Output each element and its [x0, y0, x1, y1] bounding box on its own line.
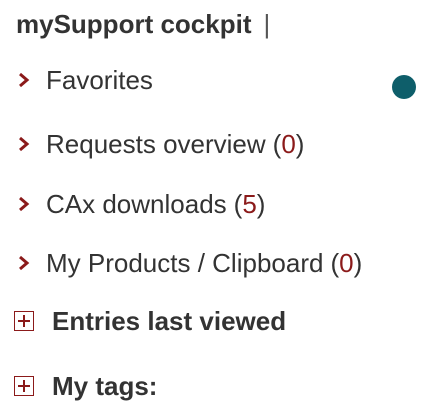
nav-item-label[interactable]: My Products / Clipboard	[46, 248, 323, 279]
count-value: 5	[242, 188, 257, 219]
count-badge: (0)	[272, 128, 305, 159]
expand-plus-icon[interactable]	[14, 376, 34, 396]
section-label[interactable]: Entries last viewed	[52, 306, 286, 337]
nav-item-favorites[interactable]: Favorites	[14, 63, 153, 97]
section-label[interactable]: My tags:	[52, 371, 157, 402]
section-my-tags[interactable]: My tags:	[14, 369, 157, 403]
count-badge: (0)	[330, 247, 363, 278]
page-title: mySupport cockpit	[16, 8, 252, 39]
chevron-right-icon	[14, 253, 34, 273]
nav-item-requests-overview[interactable]: Requests overview (0)	[14, 127, 304, 161]
nav-item-my-products-clipboard[interactable]: My Products / Clipboard (0)	[14, 246, 362, 280]
nav-item-label[interactable]: Favorites	[46, 65, 153, 96]
chevron-right-icon	[14, 194, 34, 214]
cockpit-header: mySupport cockpit |	[16, 8, 270, 40]
status-dot	[392, 75, 416, 99]
chevron-right-icon	[14, 134, 34, 154]
section-entries-last-viewed[interactable]: Entries last viewed	[14, 304, 286, 338]
nav-item-label[interactable]: Requests overview	[46, 129, 266, 160]
count-badge: (5)	[233, 188, 266, 219]
header-separator: |	[263, 8, 271, 39]
count-value: 0	[281, 128, 296, 159]
nav-item-cax-downloads[interactable]: CAx downloads (5)	[14, 187, 265, 221]
expand-plus-icon[interactable]	[14, 311, 34, 331]
count-value: 0	[339, 247, 354, 278]
nav-item-label[interactable]: CAx downloads	[46, 189, 227, 220]
chevron-right-icon	[14, 70, 34, 90]
